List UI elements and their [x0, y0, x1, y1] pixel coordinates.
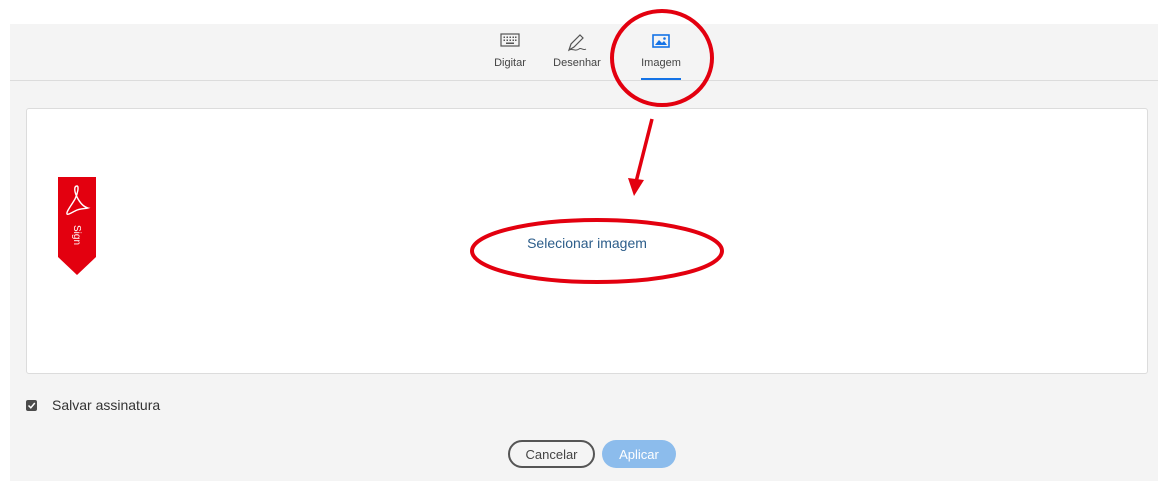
active-tab-indicator [641, 78, 681, 80]
save-signature-row[interactable]: Salvar assinatura [26, 396, 160, 414]
tab-label: Desenhar [553, 57, 601, 69]
tab-label: Digitar [494, 57, 526, 69]
cancel-button[interactable]: Cancelar [508, 440, 595, 468]
tab-label: Imagem [641, 57, 681, 69]
tab-desenhar[interactable]: Desenhar [542, 32, 612, 80]
adobe-sign-badge: Sign [58, 177, 96, 275]
signature-type-tabbar: Digitar Desenhar Imagem [10, 24, 1158, 81]
image-icon [626, 32, 696, 54]
checkmark-icon [27, 402, 36, 409]
keyboard-icon [475, 32, 545, 54]
pen-icon [542, 32, 612, 54]
signature-dialog: Digitar Desenhar Imagem Sign Selecionar … [10, 24, 1158, 481]
tab-digitar[interactable]: Digitar [475, 32, 545, 80]
signature-canvas[interactable]: Sign Selecionar imagem [26, 108, 1148, 374]
apply-button[interactable]: Aplicar [602, 440, 676, 468]
select-image-link[interactable]: Selecionar imagem [27, 235, 1147, 251]
save-signature-checkbox[interactable] [26, 399, 37, 411]
save-signature-label: Salvar assinatura [52, 397, 161, 413]
tab-imagem[interactable]: Imagem [626, 32, 696, 80]
